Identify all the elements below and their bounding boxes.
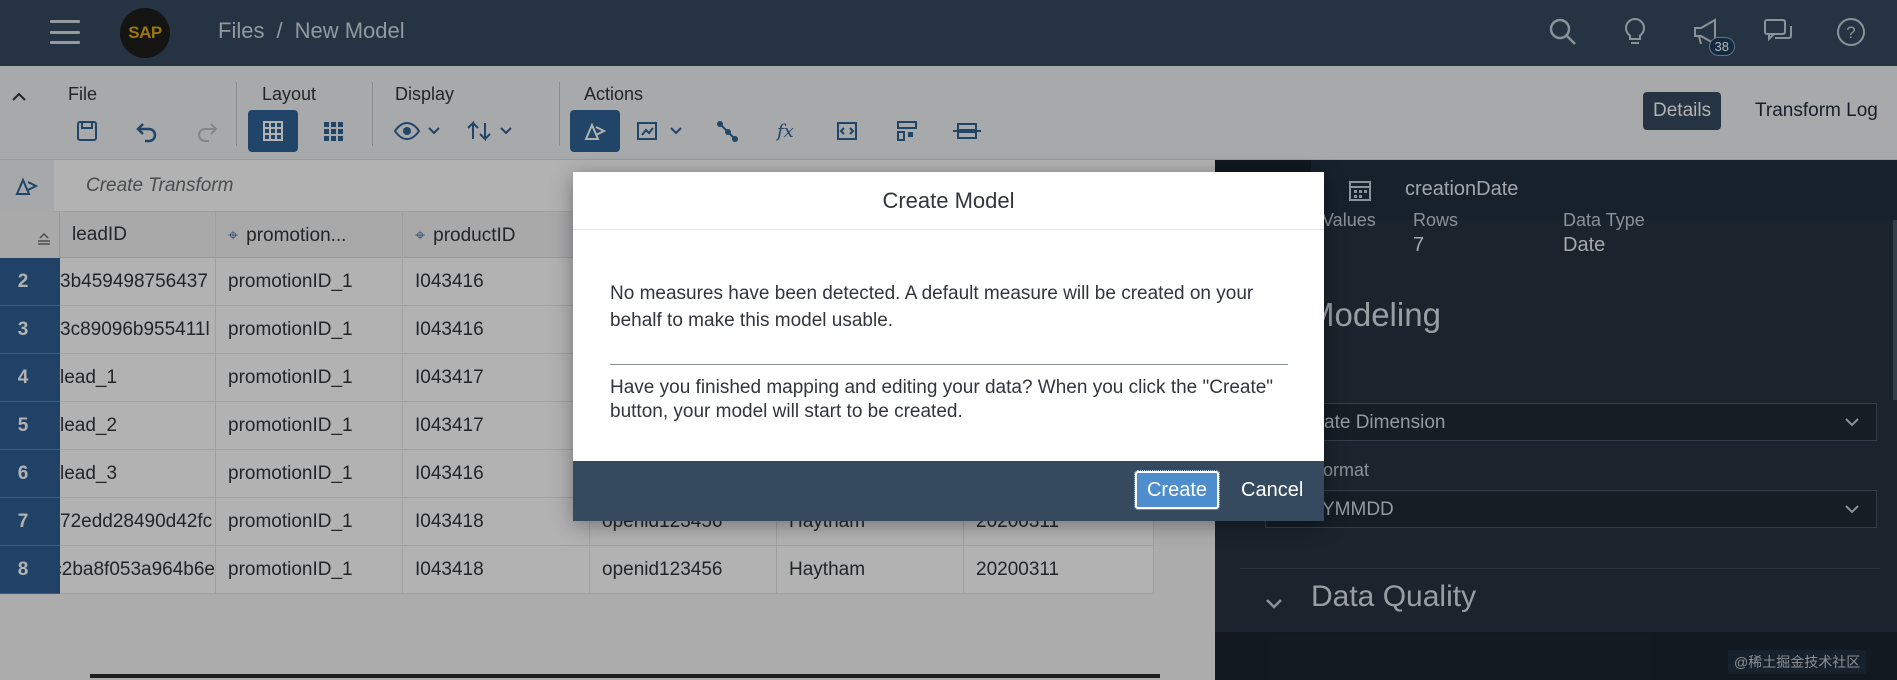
create-model-dialog: Create Model No measures have been detec… bbox=[573, 172, 1324, 521]
no-measures-message: No measures have been detected. A defaul… bbox=[610, 283, 1254, 331]
dialog-footer: Create Cancel bbox=[573, 461, 1324, 521]
create-button[interactable]: Create bbox=[1134, 470, 1220, 510]
cancel-button[interactable]: Cancel bbox=[1241, 471, 1303, 509]
dialog-title: Create Model bbox=[573, 172, 1324, 230]
confirm-create-message: Have you finished mapping and editing yo… bbox=[610, 377, 1274, 422]
dialog-divider bbox=[610, 364, 1288, 365]
